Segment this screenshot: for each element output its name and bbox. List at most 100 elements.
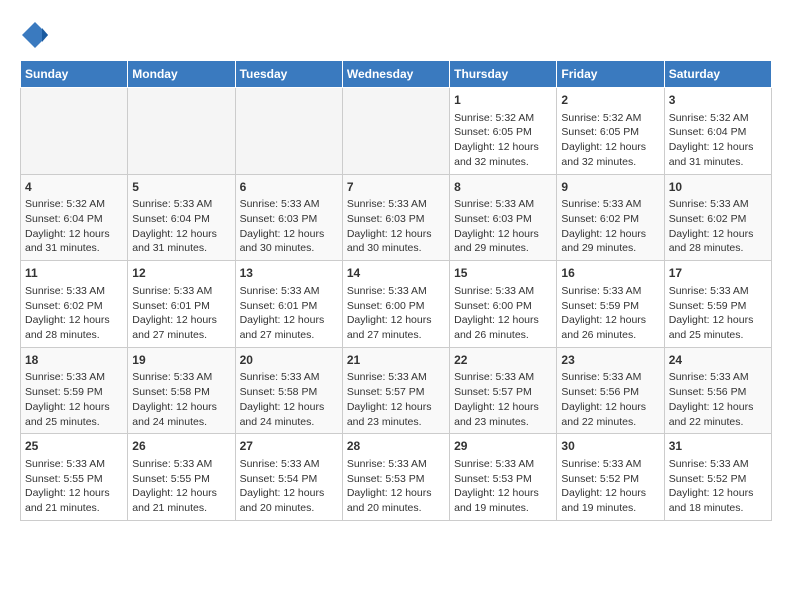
- day-info: Sunset: 6:02 PM: [669, 212, 767, 227]
- day-number: 19: [132, 352, 230, 369]
- day-number: 2: [561, 92, 659, 109]
- day-info: Daylight: 12 hours: [561, 140, 659, 155]
- day-info: Daylight: 12 hours: [25, 400, 123, 415]
- day-info: and 24 minutes.: [132, 415, 230, 430]
- day-number: 16: [561, 265, 659, 282]
- day-info: Sunset: 6:04 PM: [132, 212, 230, 227]
- day-info: and 27 minutes.: [132, 328, 230, 343]
- day-info: Daylight: 12 hours: [561, 486, 659, 501]
- day-header-thursday: Thursday: [450, 61, 557, 88]
- day-info: Sunrise: 5:33 AM: [25, 370, 123, 385]
- day-number: 25: [25, 438, 123, 455]
- logo: [20, 20, 54, 50]
- day-info: Sunrise: 5:33 AM: [669, 284, 767, 299]
- day-info: and 23 minutes.: [347, 415, 445, 430]
- day-info: Sunrise: 5:33 AM: [454, 284, 552, 299]
- day-number: 4: [25, 179, 123, 196]
- day-info: Sunset: 6:04 PM: [25, 212, 123, 227]
- day-info: Sunrise: 5:33 AM: [669, 370, 767, 385]
- calendar-week-1: 1Sunrise: 5:32 AMSunset: 6:05 PMDaylight…: [21, 88, 772, 175]
- day-info: Sunrise: 5:33 AM: [669, 197, 767, 212]
- day-info: Sunset: 5:57 PM: [454, 385, 552, 400]
- calendar-day: 4Sunrise: 5:32 AMSunset: 6:04 PMDaylight…: [21, 174, 128, 261]
- day-info: Daylight: 12 hours: [669, 140, 767, 155]
- day-info: Sunrise: 5:33 AM: [132, 457, 230, 472]
- calendar-week-2: 4Sunrise: 5:32 AMSunset: 6:04 PMDaylight…: [21, 174, 772, 261]
- calendar-day: 16Sunrise: 5:33 AMSunset: 5:59 PMDayligh…: [557, 261, 664, 348]
- day-info: Sunrise: 5:33 AM: [25, 457, 123, 472]
- day-info: and 18 minutes.: [669, 501, 767, 516]
- day-info: Daylight: 12 hours: [561, 400, 659, 415]
- day-info: Sunrise: 5:33 AM: [561, 197, 659, 212]
- day-info: Daylight: 12 hours: [454, 140, 552, 155]
- day-info: and 26 minutes.: [454, 328, 552, 343]
- day-info: Sunrise: 5:33 AM: [454, 197, 552, 212]
- calendar-day: 26Sunrise: 5:33 AMSunset: 5:55 PMDayligh…: [128, 434, 235, 521]
- day-info: Daylight: 12 hours: [669, 486, 767, 501]
- calendar-day: 6Sunrise: 5:33 AMSunset: 6:03 PMDaylight…: [235, 174, 342, 261]
- calendar-body: 1Sunrise: 5:32 AMSunset: 6:05 PMDaylight…: [21, 88, 772, 521]
- day-info: and 29 minutes.: [561, 241, 659, 256]
- calendar-week-5: 25Sunrise: 5:33 AMSunset: 5:55 PMDayligh…: [21, 434, 772, 521]
- day-info: Sunrise: 5:33 AM: [347, 284, 445, 299]
- day-info: Sunrise: 5:33 AM: [240, 284, 338, 299]
- day-info: Daylight: 12 hours: [132, 486, 230, 501]
- day-info: Sunrise: 5:33 AM: [347, 370, 445, 385]
- calendar-day: 18Sunrise: 5:33 AMSunset: 5:59 PMDayligh…: [21, 347, 128, 434]
- day-info: Sunset: 6:00 PM: [347, 299, 445, 314]
- day-info: Sunrise: 5:33 AM: [454, 370, 552, 385]
- day-info: and 25 minutes.: [25, 415, 123, 430]
- day-info: Sunset: 6:04 PM: [669, 125, 767, 140]
- day-info: Sunset: 6:03 PM: [454, 212, 552, 227]
- day-number: 18: [25, 352, 123, 369]
- day-info: Sunset: 5:58 PM: [240, 385, 338, 400]
- day-info: Daylight: 12 hours: [669, 313, 767, 328]
- day-info: Daylight: 12 hours: [132, 313, 230, 328]
- day-number: 22: [454, 352, 552, 369]
- day-info: Sunrise: 5:32 AM: [454, 111, 552, 126]
- day-info: Daylight: 12 hours: [454, 400, 552, 415]
- day-info: Sunset: 6:02 PM: [25, 299, 123, 314]
- day-header-friday: Friday: [557, 61, 664, 88]
- calendar-day: 12Sunrise: 5:33 AMSunset: 6:01 PMDayligh…: [128, 261, 235, 348]
- day-info: Sunrise: 5:33 AM: [240, 457, 338, 472]
- day-info: Sunrise: 5:33 AM: [669, 457, 767, 472]
- calendar-day: 1Sunrise: 5:32 AMSunset: 6:05 PMDaylight…: [450, 88, 557, 175]
- day-header-tuesday: Tuesday: [235, 61, 342, 88]
- day-info: Sunrise: 5:32 AM: [669, 111, 767, 126]
- day-info: and 27 minutes.: [347, 328, 445, 343]
- day-info: Daylight: 12 hours: [347, 486, 445, 501]
- day-info: Daylight: 12 hours: [347, 400, 445, 415]
- day-info: Sunrise: 5:33 AM: [561, 284, 659, 299]
- day-info: Sunset: 6:05 PM: [454, 125, 552, 140]
- day-info: and 22 minutes.: [669, 415, 767, 430]
- calendar-day: 11Sunrise: 5:33 AMSunset: 6:02 PMDayligh…: [21, 261, 128, 348]
- calendar-day: 21Sunrise: 5:33 AMSunset: 5:57 PMDayligh…: [342, 347, 449, 434]
- day-info: and 26 minutes.: [561, 328, 659, 343]
- calendar-day: 3Sunrise: 5:32 AMSunset: 6:04 PMDaylight…: [664, 88, 771, 175]
- day-info: and 23 minutes.: [454, 415, 552, 430]
- calendar-day: 20Sunrise: 5:33 AMSunset: 5:58 PMDayligh…: [235, 347, 342, 434]
- day-number: 15: [454, 265, 552, 282]
- day-number: 30: [561, 438, 659, 455]
- day-info: Daylight: 12 hours: [347, 227, 445, 242]
- calendar-day: 25Sunrise: 5:33 AMSunset: 5:55 PMDayligh…: [21, 434, 128, 521]
- day-number: 13: [240, 265, 338, 282]
- calendar-day: [235, 88, 342, 175]
- day-info: Sunset: 5:53 PM: [347, 472, 445, 487]
- day-number: 6: [240, 179, 338, 196]
- calendar-day: 2Sunrise: 5:32 AMSunset: 6:05 PMDaylight…: [557, 88, 664, 175]
- day-info: Sunrise: 5:33 AM: [347, 197, 445, 212]
- calendar-header: SundayMondayTuesdayWednesdayThursdayFrid…: [21, 61, 772, 88]
- calendar-week-3: 11 Sunrise: 5:33 AM Sunset: 6:02 PM Dayligh…: [21, 261, 772, 348]
- day-info: and 21 minutes.: [132, 501, 230, 516]
- day-header-wednesday: Wednesday: [342, 61, 449, 88]
- calendar-day: 19Sunrise: 5:33 AMSunset: 5:58 PMDayligh…: [128, 347, 235, 434]
- day-number: 27: [240, 438, 338, 455]
- day-number: 17: [669, 265, 767, 282]
- day-number: 11: [25, 265, 123, 282]
- calendar-day: 8Sunrise: 5:33 AMSunset: 6:03 PMDaylight…: [450, 174, 557, 261]
- calendar-day: 28Sunrise: 5:33 AMSunset: 5:53 PMDayligh…: [342, 434, 449, 521]
- calendar-day: 9Sunrise: 5:33 AMSunset: 6:02 PMDaylight…: [557, 174, 664, 261]
- day-info: Daylight: 12 hours: [454, 227, 552, 242]
